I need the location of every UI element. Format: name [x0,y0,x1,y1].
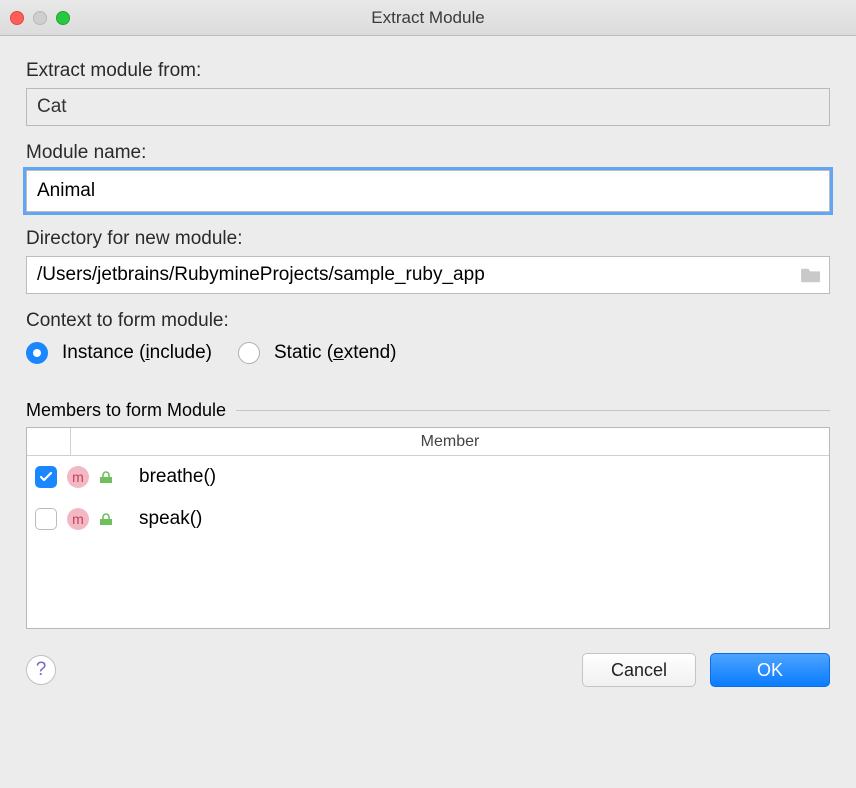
method-icon: m [67,466,89,488]
table-header-member: Member [71,428,829,455]
visibility-icon [99,512,113,526]
dialog-footer: ? Cancel OK [26,653,830,687]
table-row[interactable]: m breathe() [27,456,829,498]
extract-from-label: Extract module from: [26,60,830,82]
directory-label: Directory for new module: [26,228,830,250]
directory-input[interactable] [26,256,830,294]
members-label: Members to form Module [26,400,226,421]
members-section-header: Members to form Module [26,400,830,421]
member-checkbox[interactable] [35,466,57,488]
extract-from-field: Cat [26,88,830,126]
radio-instance[interactable] [26,342,48,364]
table-header-row: Member [27,428,829,456]
cancel-button[interactable]: Cancel [582,653,696,687]
dialog-content: Extract module from: Cat Module name: Di… [0,36,856,705]
titlebar: Extract Module [0,0,856,36]
module-name-label: Module name: [26,142,830,164]
module-name-input[interactable] [26,170,830,212]
radio-instance-label[interactable]: Instance (include) [62,342,212,364]
table-row[interactable]: m speak() [27,498,829,540]
extract-from-value: Cat [37,96,67,118]
table-body: m breathe() m speak() [27,456,829,628]
visibility-icon [99,470,113,484]
table-header-checkbox-col [27,428,71,455]
folder-browse-icon[interactable] [800,266,822,284]
member-name: breathe() [139,466,216,488]
ok-button[interactable]: OK [710,653,830,687]
context-label: Context to form module: [26,310,830,332]
window-title: Extract Module [0,8,856,28]
divider [236,410,830,411]
radio-static[interactable] [238,342,260,364]
members-table: Member m breathe() m speak() [26,427,830,629]
help-button[interactable]: ? [26,655,56,685]
method-icon: m [67,508,89,530]
context-radio-group: Instance (include) Static (extend) [26,342,830,364]
member-name: speak() [139,508,202,530]
radio-static-label[interactable]: Static (extend) [274,342,397,364]
button-bar: Cancel OK [582,653,830,687]
member-checkbox[interactable] [35,508,57,530]
